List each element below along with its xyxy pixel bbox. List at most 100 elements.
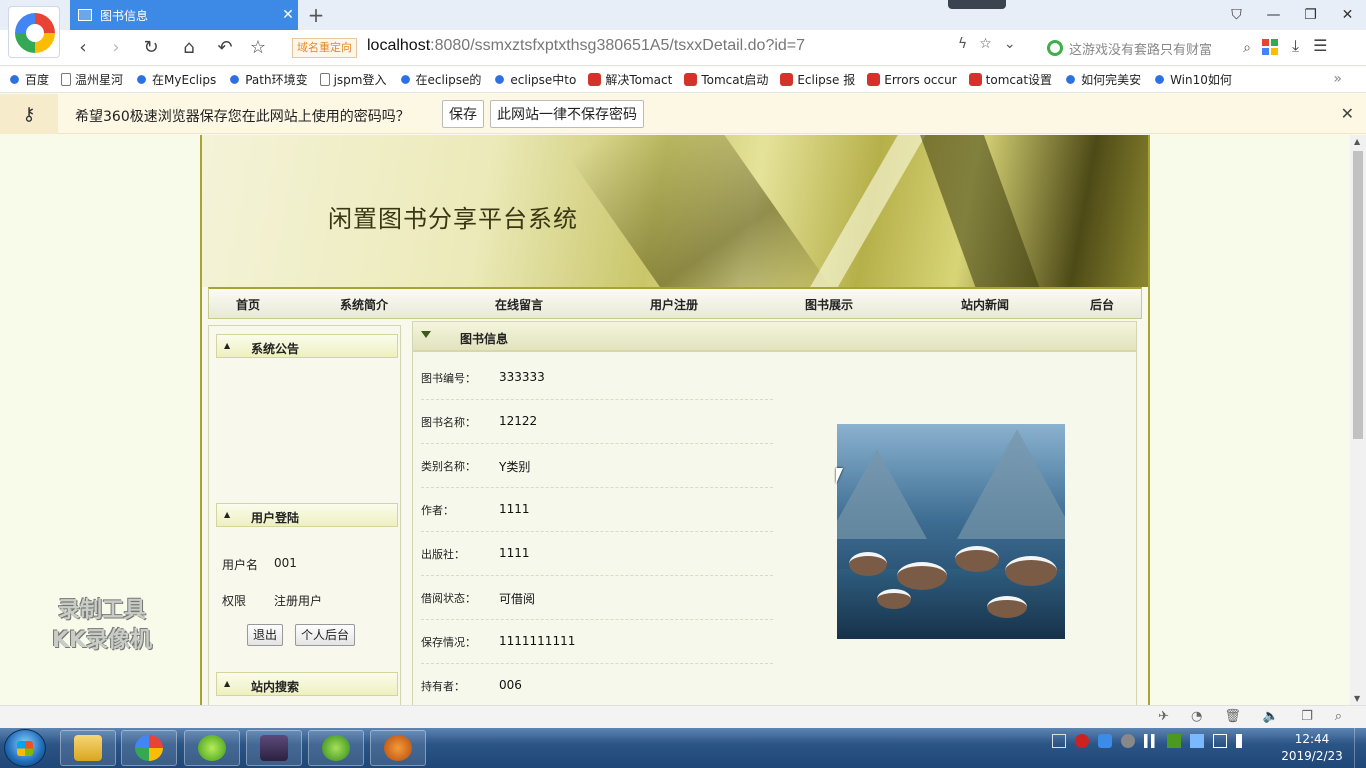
bookmark-item[interactable]: tomcat设置 <box>968 71 1053 88</box>
search-icon[interactable]: ⌕ <box>1243 40 1251 56</box>
page-icon <box>319 73 330 86</box>
page-scrollbar[interactable]: ▲ ▼ <box>1350 135 1366 705</box>
never-save-password-button[interactable]: 此网站一律不保存密码 <box>490 100 644 128</box>
new-tab-button[interactable]: + <box>305 3 327 27</box>
bookmark-item[interactable]: Eclipse 报 <box>780 71 855 88</box>
field-label: 保存情况： <box>421 636 476 649</box>
skin-icon[interactable]: ⛉ <box>1218 0 1255 30</box>
bookmark-item[interactable]: Win10如何 <box>1153 71 1232 88</box>
baidu-paw-icon <box>398 73 412 86</box>
book-field-row: 类别名称： Y类别 <box>421 444 773 488</box>
address-bar[interactable]: localhost:8080/ssmxztsfxptxthsg380651A5/… <box>367 37 805 55</box>
menu-register[interactable]: 用户注册 <box>650 296 698 313</box>
close-bar-icon[interactable]: ✕ <box>1341 104 1354 123</box>
field-label: 类别名称： <box>421 460 476 473</box>
dreamweaver-task[interactable] <box>308 730 364 766</box>
java-ee-ide-task[interactable] <box>246 730 302 766</box>
recorder-icon <box>384 735 412 761</box>
recorder-task[interactable] <box>370 730 426 766</box>
menu-home[interactable]: 首页 <box>236 296 260 313</box>
nvidia-icon[interactable] <box>1167 734 1181 748</box>
page-favicon-icon <box>78 9 92 21</box>
explorer-task[interactable] <box>60 730 116 766</box>
tray-device-icon[interactable] <box>1213 734 1227 748</box>
minimize-icon[interactable]: — <box>1255 0 1292 30</box>
role-label: 权限 <box>222 594 247 608</box>
menu-message[interactable]: 在线留言 <box>495 296 543 313</box>
accelerate-icon[interactable]: ✈ <box>1158 709 1169 724</box>
menu-admin[interactable]: 后台 <box>1090 296 1114 313</box>
scroll-up-icon[interactable]: ▲ <box>1354 137 1360 146</box>
refresh-icon[interactable]: ↻ <box>138 36 164 60</box>
home-icon[interactable]: ⌂ <box>176 36 202 60</box>
volume-icon[interactable]: 🔈 <box>1263 709 1279 724</box>
password-save-bar: ⚷ 希望360极速浏览器保存您在此网站上使用的密码吗？ 保存 此网站一律不保存密… <box>0 94 1366 134</box>
network-icon[interactable] <box>1144 734 1158 748</box>
tab-close-icon[interactable]: ✕ <box>278 7 298 23</box>
green-app-icon <box>198 735 226 761</box>
forward-icon[interactable]: › <box>103 36 129 60</box>
bookmark-item[interactable]: 解决Tomact <box>588 71 672 88</box>
tray-app-icon[interactable] <box>1075 734 1089 748</box>
bookmark-item[interactable]: eclipse中to <box>493 71 576 88</box>
personal-center-button[interactable]: 个人后台 <box>295 624 356 646</box>
close-window-icon[interactable]: ✕ <box>1329 0 1366 30</box>
favorite-star-icon[interactable]: ☆ <box>245 36 271 60</box>
show-desktop-button[interactable] <box>1354 728 1366 768</box>
search-box[interactable]: 这游戏没有套路只有财富 ⌕ <box>1043 35 1251 61</box>
image-decoration <box>955 546 999 572</box>
bookmark-item[interactable]: 百度 <box>8 71 49 88</box>
bookmark-item[interactable]: 如何完美安 <box>1064 71 1141 88</box>
field-value: Y类别 <box>499 460 531 474</box>
restore-icon[interactable]: ❐ <box>1292 0 1329 30</box>
dropdown-chevron-icon[interactable]: ⌄ <box>1004 36 1016 52</box>
keyboard-icon[interactable] <box>1052 734 1066 748</box>
apps-grid-icon[interactable] <box>1262 39 1278 55</box>
speed-mode-icon[interactable]: ϟ <box>958 36 967 52</box>
bookmark-item[interactable]: Path环境变 <box>228 71 308 88</box>
bookmark-star-icon[interactable]: ☆ <box>979 36 992 52</box>
tray-volume-icon[interactable] <box>1236 734 1250 748</box>
recorder-watermark: 录制工具 KK录像机 <box>34 596 170 656</box>
bookmark-item[interactable]: 在MyEclips <box>135 71 216 88</box>
app-task-green[interactable] <box>184 730 240 766</box>
window-icon[interactable]: ❐ <box>1301 709 1313 724</box>
undo-close-icon[interactable]: ↶ <box>212 36 238 60</box>
scroll-down-icon[interactable]: ▼ <box>1354 694 1360 703</box>
menu-books[interactable]: 图书展示 <box>805 296 853 313</box>
browser-360-task[interactable] <box>121 730 177 766</box>
menu-icon[interactable]: ☰ <box>1313 36 1327 56</box>
bookmarks-more-icon[interactable]: » <box>1333 71 1342 87</box>
menu-about[interactable]: 系统简介 <box>340 296 388 313</box>
bookmark-item[interactable]: 温州星河 <box>61 71 123 88</box>
book-field-row: 图书名称： 12122 <box>421 400 773 444</box>
start-button[interactable] <box>4 729 46 767</box>
zoom-icon[interactable]: ⌕ <box>1335 709 1342 724</box>
tray-disc-icon[interactable] <box>1121 734 1135 748</box>
book-field-row: 借阅状态： 可借阅 <box>421 576 773 620</box>
download-icon[interactable]: ⤓ <box>1292 36 1299 56</box>
bookmark-item[interactable]: Errors occur <box>867 73 957 87</box>
bookmark-label: Tomcat启动 <box>701 73 769 87</box>
bookmark-label: tomcat设置 <box>985 73 1053 87</box>
banner-decoration <box>919 135 1065 287</box>
field-value: 1111 <box>499 502 530 516</box>
speed-icon[interactable]: ◔ <box>1191 709 1202 724</box>
save-password-button[interactable]: 保存 <box>442 100 484 128</box>
browser-logo[interactable] <box>8 6 60 58</box>
bookmark-item[interactable]: jspm登入 <box>319 71 387 88</box>
dreamweaver-icon <box>322 735 350 761</box>
bookmark-item[interactable]: 在eclipse的 <box>398 71 481 88</box>
csdn-icon <box>867 73 881 86</box>
tab-book-info[interactable]: 图书信息 ✕ <box>70 0 298 30</box>
security-shield-icon[interactable] <box>1098 734 1112 748</box>
scroll-thumb[interactable] <box>1353 151 1363 439</box>
logout-button[interactable]: 退出 <box>247 624 284 646</box>
taskbar-clock[interactable]: 12:44 2019/2/23 <box>1276 731 1348 765</box>
tray-grid-icon[interactable] <box>1190 734 1204 748</box>
menu-news[interactable]: 站内新闻 <box>961 296 1009 313</box>
trash-icon[interactable]: 🗑 <box>1224 709 1241 724</box>
bookmark-item[interactable]: Tomcat启动 <box>684 71 768 88</box>
back-icon[interactable]: ‹ <box>70 36 96 60</box>
domain-redirect-tag[interactable]: 域名重定向 <box>292 38 357 58</box>
